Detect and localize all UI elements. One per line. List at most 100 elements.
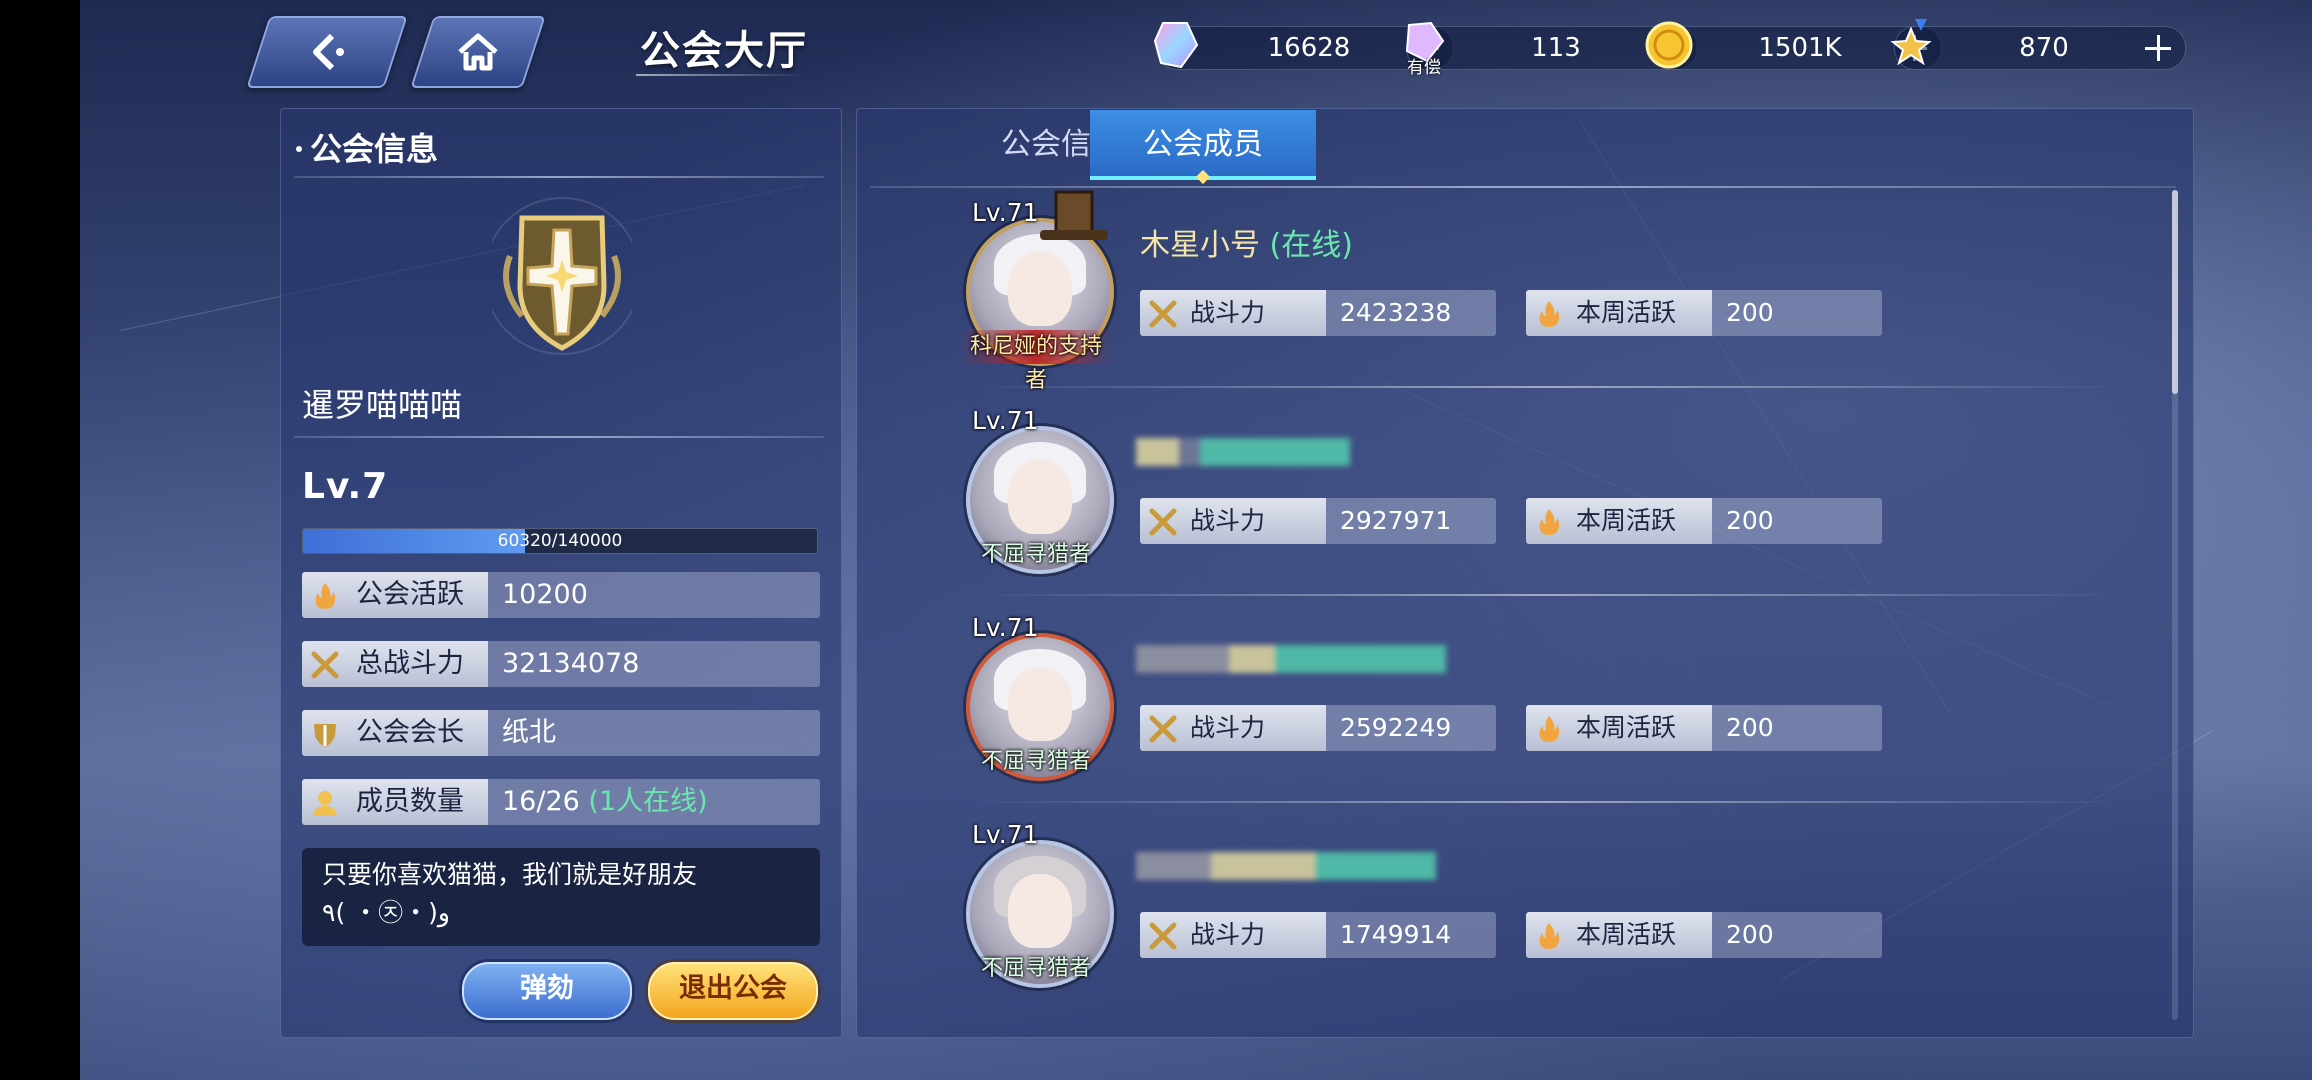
rainbow-crystal-icon bbox=[1147, 17, 1203, 73]
gold-coin-icon bbox=[1641, 17, 1697, 73]
stat-value: 10200 bbox=[488, 572, 820, 618]
add-medal-button[interactable] bbox=[2141, 31, 2175, 65]
cross-shield-emblem-icon bbox=[483, 196, 641, 356]
stat-value: 32134078 bbox=[488, 641, 820, 687]
member-title-badge: 不屈寻猎者 bbox=[980, 749, 1091, 774]
power-value: 2592249 bbox=[1326, 705, 1496, 751]
row-divider bbox=[972, 594, 2122, 596]
resource-medal: 870 bbox=[1890, 19, 2186, 70]
impeach-button[interactable]: 弹劾 bbox=[462, 962, 632, 1020]
flame-icon bbox=[1534, 920, 1564, 950]
stat-label: 公会活跃 bbox=[356, 579, 464, 610]
activity-value: 200 bbox=[1712, 912, 1882, 958]
paid-crystal-icon: 有偿 bbox=[1397, 17, 1453, 78]
member-name-redacted bbox=[1136, 438, 1350, 466]
member-name: 木星小号 (在线) bbox=[1140, 220, 1353, 264]
member-title-badge: 科尼娅的支持者 bbox=[960, 330, 1112, 393]
stat-value: 16/26 (1人在线) bbox=[488, 779, 820, 825]
member-activity: 本周活跃 200 bbox=[1526, 498, 1882, 544]
power-value: 2423238 bbox=[1326, 290, 1496, 336]
divider bbox=[294, 176, 824, 178]
member-row[interactable]: Lv.71 不屈寻猎者 战斗力 1749914 本周活跃 200 bbox=[942, 812, 2152, 1012]
activity-value: 200 bbox=[1712, 290, 1882, 336]
swords-icon bbox=[1148, 298, 1178, 328]
guild-motto: 只要你喜欢猫猫，我们就是好朋友 ٩( ・㉨・)و bbox=[302, 848, 820, 946]
online-count: (1人在线) bbox=[588, 786, 708, 817]
stat-label: 总战斗力 bbox=[356, 648, 464, 679]
scrollbar-thumb[interactable] bbox=[2172, 190, 2178, 394]
row-divider bbox=[972, 386, 2122, 388]
power-label: 战斗力 bbox=[1190, 920, 1266, 949]
swords-icon bbox=[1148, 506, 1178, 536]
member-row[interactable]: Lv.71 科尼娅的支持者 木星小号 (在线) 战斗力 2423238 本周活跃… bbox=[942, 190, 2152, 393]
row-divider bbox=[972, 801, 2122, 803]
activity-label: 本周活跃 bbox=[1576, 506, 1677, 535]
activity-label: 本周活跃 bbox=[1576, 298, 1677, 327]
title-underline bbox=[636, 74, 806, 76]
member-level: Lv.71 bbox=[972, 406, 1039, 435]
member-activity: 本周活跃 200 bbox=[1526, 705, 1882, 751]
stat-total-power: 总战斗力 32134078 bbox=[302, 641, 820, 687]
member-title-badge: 不屈寻猎者 bbox=[980, 542, 1091, 567]
paid-tag: 有偿 bbox=[1407, 58, 1441, 78]
flame-icon bbox=[1534, 713, 1564, 743]
member-title-badge: 不屈寻猎者 bbox=[980, 956, 1091, 981]
bullet-dot bbox=[296, 146, 302, 152]
member-name-redacted bbox=[1136, 645, 1446, 673]
leave-guild-button[interactable]: 退出公会 bbox=[648, 962, 818, 1020]
crystal-count: 16628 bbox=[1267, 33, 1351, 63]
swords-icon bbox=[310, 649, 340, 679]
activity-label: 本周活跃 bbox=[1576, 713, 1677, 742]
stat-label: 成员数量 bbox=[356, 786, 464, 817]
back-button[interactable] bbox=[246, 16, 408, 88]
member-name-redacted bbox=[1136, 852, 1436, 880]
member-row[interactable]: Lv.71 不屈寻猎者 战斗力 2592249 本周活跃 200 bbox=[942, 605, 2152, 805]
stat-guild-leader: 公会会长 纸北 bbox=[302, 710, 820, 756]
guild-xp-text: 60320/140000 bbox=[497, 531, 623, 551]
power-label: 战斗力 bbox=[1190, 506, 1266, 535]
swords-icon bbox=[1148, 713, 1178, 743]
stat-member-count: 成员数量 16/26 (1人在线) bbox=[302, 779, 820, 825]
member-power: 战斗力 1749914 bbox=[1140, 912, 1496, 958]
page-title: 公会大厅 bbox=[640, 28, 808, 74]
member-online-status: (在线) bbox=[1269, 228, 1353, 263]
divider bbox=[870, 186, 2176, 188]
star-medal-icon bbox=[1885, 17, 1941, 73]
shield-icon bbox=[310, 718, 340, 748]
person-icon bbox=[310, 787, 340, 817]
stat-label: 公会会长 bbox=[356, 717, 464, 748]
member-power: 战斗力 2592249 bbox=[1140, 705, 1496, 751]
activity-value: 200 bbox=[1712, 705, 1882, 751]
back-arrow-icon bbox=[260, 18, 394, 86]
activity-value: 200 bbox=[1712, 498, 1882, 544]
member-count-value: 16/26 bbox=[502, 786, 580, 817]
divider bbox=[294, 436, 824, 438]
flame-icon bbox=[310, 580, 340, 610]
motto-line: 只要你喜欢猫猫，我们就是好朋友 bbox=[322, 860, 698, 889]
gold-count: 1501K bbox=[1758, 33, 1842, 63]
guild-xp-bar: 60320/140000 bbox=[302, 528, 818, 554]
member-power: 战斗力 2423238 bbox=[1140, 290, 1496, 336]
power-value: 1749914 bbox=[1326, 912, 1496, 958]
activity-label: 本周活跃 bbox=[1576, 920, 1677, 949]
motto-line: ٩( ・㉨・)و bbox=[322, 898, 450, 927]
power-label: 战斗力 bbox=[1190, 713, 1266, 742]
member-level: Lv.71 bbox=[972, 613, 1039, 642]
member-level: Lv.71 bbox=[972, 198, 1039, 227]
guild-name: 暹罗喵喵喵 bbox=[302, 386, 463, 424]
stat-guild-activity: 公会活跃 10200 bbox=[302, 572, 820, 618]
member-level: Lv.71 bbox=[972, 820, 1039, 849]
member-name-text: 木星小号 bbox=[1140, 228, 1260, 263]
power-value: 2927971 bbox=[1326, 498, 1496, 544]
flame-icon bbox=[1534, 298, 1564, 328]
section-title: 公会信息 bbox=[310, 130, 439, 168]
home-icon bbox=[424, 18, 532, 86]
member-activity: 本周活跃 200 bbox=[1526, 290, 1882, 336]
member-activity: 本周活跃 200 bbox=[1526, 912, 1882, 958]
stat-value: 纸北 bbox=[488, 710, 820, 756]
top-hat-icon bbox=[1038, 190, 1110, 254]
guild-level: Lv.7 bbox=[302, 466, 389, 507]
home-button[interactable] bbox=[410, 16, 546, 88]
member-row[interactable]: Lv.71 不屈寻猎者 战斗力 2927971 本周活跃 200 bbox=[942, 398, 2152, 598]
flame-icon bbox=[1534, 506, 1564, 536]
